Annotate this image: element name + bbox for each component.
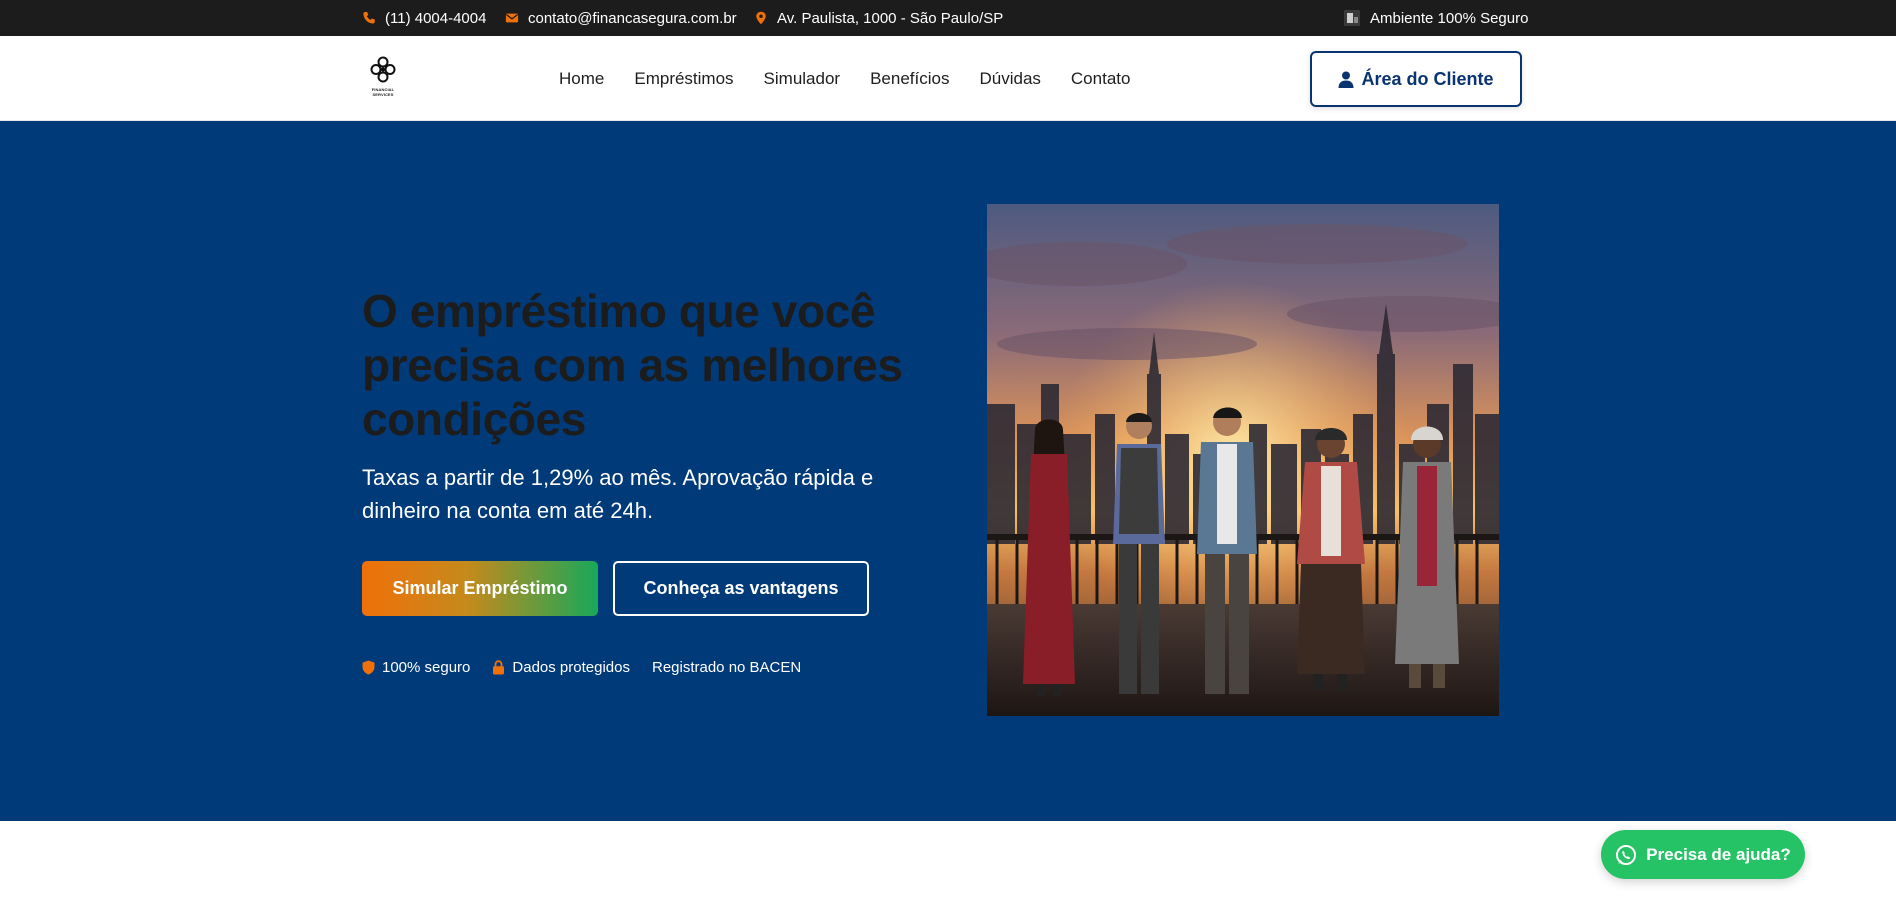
- map-pin-icon: [756, 11, 766, 25]
- whatsapp-icon: [1616, 844, 1637, 865]
- hero-section: O empréstimo que você precisa com as mel…: [0, 121, 1896, 821]
- topbar-phone-text: (11) 4004-4004: [385, 9, 487, 27]
- main-nav: Home Empréstimos Simulador Benefícios Dú…: [559, 36, 1130, 121]
- hero-image: [987, 204, 1499, 716]
- topbar-address-text: Av. Paulista, 1000 - São Paulo/SP: [777, 9, 1004, 27]
- nav-beneficios[interactable]: Benefícios: [870, 69, 949, 89]
- simulate-loan-button[interactable]: Simular Empréstimo: [362, 561, 598, 616]
- topbar-secure-text: Ambiente 100% Seguro: [1370, 9, 1529, 27]
- nav-contato[interactable]: Contato: [1071, 69, 1131, 89]
- badge-bacen: Registrado no BACEN: [652, 659, 801, 676]
- badge-protected-text: Dados protegidos: [512, 658, 630, 676]
- user-icon: [1338, 71, 1354, 88]
- lock-icon: [493, 659, 505, 674]
- badge-protected: Dados protegidos: [492, 659, 630, 676]
- hero-photo-people-skyline: [987, 204, 1499, 716]
- topbar-email-text: contato@financasegura.com.br: [528, 9, 737, 27]
- site-logo[interactable]: FINANCIAL SERVICES: [362, 53, 404, 99]
- site-header: FINANCIAL SERVICES Home Empréstimos Simu…: [0, 36, 1896, 121]
- envelope-icon: [505, 13, 519, 23]
- whatsapp-help-button[interactable]: Precisa de ajuda?: [1601, 830, 1805, 879]
- shield-icon: [362, 660, 375, 674]
- hero-title: O empréstimo que você precisa com as mel…: [362, 285, 903, 445]
- nav-duvidas[interactable]: Dúvidas: [979, 69, 1040, 89]
- topbar-secure: Ambiente 100% Seguro: [1343, 0, 1528, 36]
- badge-secure-text: 100% seguro: [382, 658, 471, 676]
- topbar-phone[interactable]: (11) 4004-4004: [362, 0, 486, 36]
- top-info-bar: (11) 4004-4004 contato@financasegura.com…: [0, 0, 1896, 36]
- topbar-email[interactable]: contato@financasegura.com.br: [505, 0, 737, 36]
- logo-caption: FINANCIAL SERVICES: [371, 87, 395, 97]
- trust-badges: 100% seguro Dados protegidos Registrado …: [362, 657, 823, 677]
- badge-secure: 100% seguro: [362, 659, 470, 676]
- advantages-button[interactable]: Conheça as vantagens: [613, 561, 869, 616]
- shield-lock-icon: [1344, 10, 1360, 26]
- nav-home[interactable]: Home: [559, 69, 604, 89]
- client-area-button[interactable]: Área do Cliente: [1310, 51, 1522, 107]
- phone-icon: [363, 12, 375, 24]
- topbar-address: Av. Paulista, 1000 - São Paulo/SP: [754, 0, 1003, 36]
- nav-simulador[interactable]: Simulador: [764, 69, 841, 89]
- logo-mark-icon: [370, 56, 396, 83]
- client-area-label: Área do Cliente: [1361, 68, 1494, 89]
- help-button-label: Precisa de ajuda?: [1646, 844, 1791, 864]
- badge-bacen-text: Registrado no BACEN: [651, 658, 802, 676]
- hero-subtitle: Taxas a partir de 1,29% ao mês. Aprovaçã…: [362, 465, 874, 523]
- nav-emprestimos[interactable]: Empréstimos: [634, 69, 733, 89]
